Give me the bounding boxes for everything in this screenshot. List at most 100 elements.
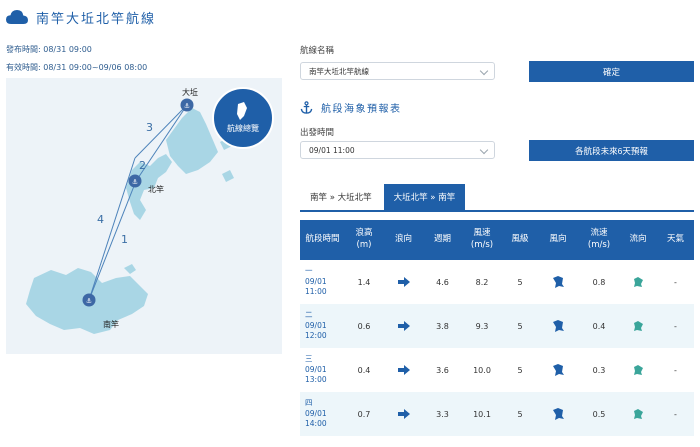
wind-direction-icon: [553, 364, 564, 376]
segment-date: 09/01: [305, 320, 327, 330]
segment-time: 三 09/01 13:00: [300, 348, 345, 392]
small-islet: [124, 264, 136, 274]
route-map-canvas: 3 2 4 1 ⚓ 大坵 ⚓ 北竿 ⚓ 南竿 航線總覽: [26, 87, 274, 334]
depart-time-select[interactable]: 09/01 11:00: [300, 141, 495, 159]
section-header: 航段海象預報表: [300, 100, 402, 115]
table-row: 二 09/01 12:00 0.6 3.8 9.3 5 0.4-: [300, 304, 694, 348]
anchor-icon: ⚓: [86, 297, 92, 305]
current-direction: [619, 304, 657, 348]
wave-period: 4.6: [436, 277, 449, 287]
header-weather: 天氣: [657, 220, 694, 260]
page-header: 南竿大坵北竿航線: [6, 6, 156, 28]
segment-time: 一 09/01 11:00: [300, 260, 345, 304]
route-overview-label: 航線總覽: [227, 123, 259, 133]
header-wind-level: 風級: [503, 220, 537, 260]
table-header-row: 航段時間 浪高 (m) 浪向 週期 風速 (m/s) 風級 風向 流速 (m/s) 流…: [300, 220, 694, 260]
current-direction-icon: [634, 409, 643, 419]
wave-period: 3.6: [436, 365, 449, 375]
page-title: 南竿大坵北竿航線: [36, 11, 157, 27]
weather: -: [657, 392, 694, 436]
segment-number: 四: [305, 398, 313, 408]
beigan-marker[interactable]: ⚓: [128, 174, 142, 188]
publish-time: 發布時間: 08/31 09:00: [6, 45, 92, 54]
tab-dakiu-beigan-to-nangan[interactable]: 大坵北竿 » 南竿: [383, 184, 466, 210]
header-wind-speed: 風速 (m/s): [461, 220, 503, 260]
wind-direction-icon: [553, 276, 564, 288]
cloud-icon: [6, 10, 28, 24]
wave-direction: [383, 392, 424, 436]
dakiu-label: 大坵: [182, 87, 198, 97]
weather: -: [657, 304, 694, 348]
segment-number: 三: [305, 354, 313, 364]
header-segment-time: 航段時間: [300, 220, 345, 260]
wave-direction: [383, 348, 424, 392]
route-select[interactable]: 南竿大坵北竿航線: [300, 62, 495, 80]
wave-direction: [383, 304, 424, 348]
header-wave-direction: 浪向: [383, 220, 424, 260]
header-period: 週期: [424, 220, 461, 260]
header-wave-height: 浪高 (m): [345, 220, 383, 260]
table-row: 三 09/01 13:00 0.4 3.6 10.0 5 0.3 -: [300, 348, 694, 392]
header-wind-direction: 風向: [537, 220, 579, 260]
wave-height: 1.4: [357, 277, 371, 287]
route-map: 3 2 4 1 ⚓ 大坵 ⚓ 北竿 ⚓ 南竿 航線總覽: [6, 78, 282, 354]
forecast-table: 航段時間 浪高 (m) 浪向 週期 風速 (m/s) 風級 風向 流速 (m/s) 流…: [300, 220, 694, 436]
wind-speed: 10.0: [473, 365, 491, 375]
route-overview-button[interactable]: 航線總覽: [212, 87, 274, 149]
current-direction: [619, 348, 657, 392]
wave-height: 0.6: [345, 304, 383, 348]
wind-direction: [537, 348, 579, 392]
wind-direction-icon: [553, 320, 564, 332]
wave-direction-arrow-icon: [397, 365, 410, 375]
segment-time: 二 09/01 12:00: [300, 304, 345, 348]
wave-height: 0.4: [357, 365, 371, 375]
wave-height: 0.7: [345, 392, 383, 436]
route-number-3: 3: [146, 121, 153, 134]
route-name-label: 航線名稱: [300, 46, 335, 56]
header-current-direction: 流向: [619, 220, 657, 260]
current-direction: [619, 392, 657, 436]
route-number-4: 4: [97, 213, 104, 226]
wind-level: 5: [503, 304, 537, 348]
segment-date: 09/01: [305, 364, 327, 374]
chevron-down-icon: [479, 145, 489, 155]
wind-speed: 10.1: [461, 392, 503, 436]
weather: -: [674, 365, 677, 375]
route-select-value: 南竿大坵北竿航線: [309, 66, 369, 76]
current-speed: 0.8: [592, 277, 606, 287]
nangan-marker[interactable]: ⚓: [82, 293, 96, 307]
beigan-label: 北竿: [148, 184, 164, 194]
segment-number: 二: [305, 310, 313, 320]
wave-period: 3.8: [424, 304, 461, 348]
wave-direction-arrow-icon: [397, 321, 410, 331]
tab-nangan-to-dakiu-beigan[interactable]: 南竿 » 大坵北竿: [300, 184, 382, 210]
table-row: 四 09/01 14:00 0.7 3.3 10.1 5 0.5-: [300, 392, 694, 436]
depart-time-value: 09/01 11:00: [309, 145, 355, 155]
wind-direction: [537, 260, 579, 304]
wave-period: 3.3: [424, 392, 461, 436]
wave-direction: [383, 260, 424, 304]
wind-speed: 9.3: [461, 304, 503, 348]
dakiu-marker[interactable]: ⚓: [180, 98, 194, 112]
weather: -: [674, 277, 677, 287]
current-speed: 0.4: [579, 304, 619, 348]
anchor-icon: ⚓: [132, 178, 138, 186]
nangan-label: 南竿: [103, 319, 119, 329]
six-day-forecast-button[interactable]: 各航段未來6天預報: [529, 140, 694, 161]
current-direction: [619, 260, 657, 304]
current-direction-icon: [634, 321, 643, 331]
direction-tabs: 南竿 » 大坵北竿 大坵北竿 » 南竿: [300, 184, 694, 212]
anchor-icon: ⚓: [184, 102, 190, 110]
wind-direction-icon: [553, 408, 564, 420]
wind-level: 5: [517, 365, 523, 375]
depart-time-label: 出發時間: [300, 128, 335, 138]
segment-number: 一: [305, 266, 313, 276]
current-direction-icon: [634, 277, 643, 287]
anchor-icon: [300, 101, 313, 114]
confirm-button[interactable]: 確定: [529, 61, 694, 82]
section-title: 航段海象預報表: [321, 104, 402, 115]
table-row: 一 09/01 11:00 1.4 4.6 8.2 5 0.8 -: [300, 260, 694, 304]
wind-level: 5: [503, 392, 537, 436]
route-number-2: 2: [139, 159, 146, 172]
wind-direction: [537, 392, 579, 436]
